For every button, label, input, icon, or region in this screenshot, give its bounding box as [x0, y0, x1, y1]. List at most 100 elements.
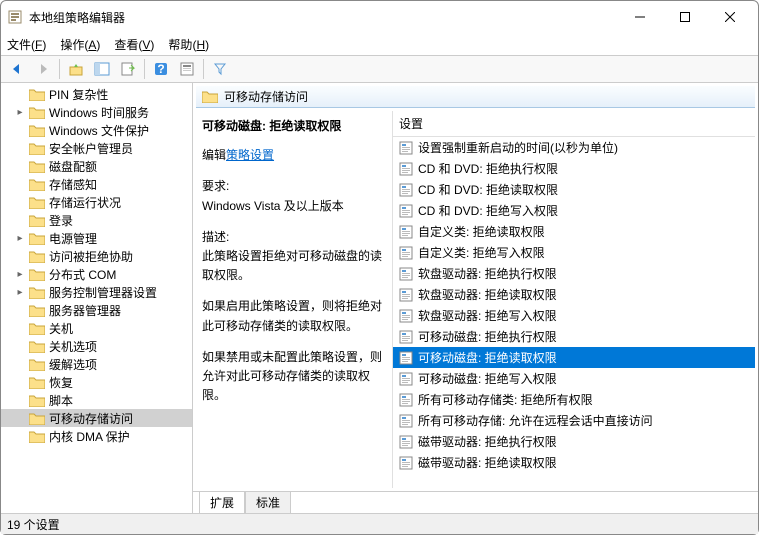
policy-icon [399, 435, 413, 449]
tree-item[interactable]: 脚本 [1, 391, 192, 409]
tree-item[interactable]: ▸ 服务控制管理器设置 [1, 283, 192, 301]
export-button[interactable] [116, 57, 140, 81]
list-item[interactable]: CD 和 DVD: 拒绝写入权限 [393, 200, 755, 221]
list-item[interactable]: CD 和 DVD: 拒绝读取权限 [393, 179, 755, 200]
folder-icon [29, 358, 45, 371]
show-hide-tree-button[interactable] [90, 57, 114, 81]
tab-standard[interactable]: 标准 [245, 491, 291, 513]
titlebar: 本地组策略编辑器 [1, 1, 758, 33]
tree-item[interactable]: 存储感知 [1, 175, 192, 193]
help-button[interactable]: ? [149, 57, 173, 81]
menu-file[interactable]: 文件(F) [7, 36, 46, 53]
tree-item-label: 安全帐户管理员 [49, 140, 133, 157]
list-item-label: 磁带驱动器: 拒绝执行权限 [418, 433, 557, 450]
policy-title: 可移动磁盘: 拒绝读取权限 [202, 117, 382, 136]
tabs: 扩展 标准 [193, 491, 758, 513]
folder-icon [29, 376, 45, 389]
tree-item[interactable]: 可移动存储访问 [1, 409, 192, 427]
list-item-label: 所有可移动存储类: 拒绝所有权限 [418, 391, 593, 408]
folder-icon [29, 232, 45, 245]
tree-item[interactable]: 关机选项 [1, 337, 192, 355]
tree-item[interactable]: ▸电源管理 [1, 229, 192, 247]
chevron-right-icon[interactable]: ▸ [15, 269, 25, 280]
tree-item-label: 服务控制管理器设置 [49, 284, 157, 301]
folder-icon [29, 286, 45, 299]
list-item[interactable]: 设置强制重新启动的时间(以秒为单位) [393, 137, 755, 158]
settings-list[interactable]: 设置 设置强制重新启动的时间(以秒为单位)CD 和 DVD: 拒绝执行权限CD … [392, 111, 755, 488]
tree-item-label: 登录 [49, 212, 73, 229]
tree-item-label: 可移动存储访问 [49, 410, 133, 427]
tree-item-label: 关机 [49, 320, 73, 337]
tree-item-label: 服务器管理器 [49, 302, 121, 319]
list-item-label: 自定义类: 拒绝读取权限 [418, 223, 545, 240]
maximize-button[interactable] [662, 2, 707, 32]
list-item[interactable]: 磁带驱动器: 拒绝执行权限 [393, 431, 755, 452]
properties-button[interactable] [175, 57, 199, 81]
menu-action[interactable]: 操作(A) [60, 36, 100, 53]
app-icon [7, 9, 23, 25]
list-item-label: 可移动磁盘: 拒绝执行权限 [418, 328, 557, 345]
tree-item[interactable]: 存储运行状况 [1, 193, 192, 211]
description-value: 此策略设置拒绝对可移动磁盘的读取权限。 [202, 247, 382, 285]
chevron-right-icon[interactable]: ▸ [15, 287, 25, 298]
list-item[interactable]: 自定义类: 拒绝写入权限 [393, 242, 755, 263]
close-button[interactable] [707, 2, 752, 32]
back-button[interactable] [5, 57, 29, 81]
list-item[interactable]: CD 和 DVD: 拒绝执行权限 [393, 158, 755, 179]
list-item[interactable]: 软盘驱动器: 拒绝执行权限 [393, 263, 755, 284]
tree-item[interactable]: 安全帐户管理员 [1, 139, 192, 157]
tree-item[interactable]: ▸Windows 时间服务 [1, 103, 192, 121]
tree-item[interactable]: 登录 [1, 211, 192, 229]
policy-icon [399, 183, 413, 197]
list-item[interactable]: 可移动磁盘: 拒绝执行权限 [393, 326, 755, 347]
tree-item[interactable]: PIN 复杂性 [1, 85, 192, 103]
folder-icon [29, 124, 45, 137]
tab-extended[interactable]: 扩展 [199, 491, 245, 513]
tree-item[interactable]: 访问被拒绝协助 [1, 247, 192, 265]
tree-item[interactable]: 内核 DMA 保护 [1, 427, 192, 445]
list-item[interactable]: 磁带驱动器: 拒绝读取权限 [393, 452, 755, 473]
forward-button[interactable] [31, 57, 55, 81]
chevron-right-icon[interactable]: ▸ [15, 233, 25, 244]
tree-item[interactable]: ▸ 分布式 COM [1, 265, 192, 283]
list-item[interactable]: 可移动磁盘: 拒绝写入权限 [393, 368, 755, 389]
requirements-value: Windows Vista 及以上版本 [202, 197, 382, 216]
list-item-label: 软盘驱动器: 拒绝执行权限 [418, 265, 557, 282]
right-pane: 可移动存储访问 可移动磁盘: 拒绝读取权限 编辑策略设置 要求: Windows… [193, 83, 758, 513]
tree-item[interactable]: 服务器管理器 [1, 301, 192, 319]
up-button[interactable] [64, 57, 88, 81]
list-item-label: 可移动磁盘: 拒绝读取权限 [418, 349, 557, 366]
tree-item[interactable]: 磁盘配额 [1, 157, 192, 175]
minimize-button[interactable] [617, 2, 662, 32]
tree-item[interactable]: 缓解选项 [1, 355, 192, 373]
policy-icon [399, 414, 413, 428]
edit-policy-link[interactable]: 策略设置 [226, 148, 274, 162]
tree-item[interactable]: Windows 文件保护 [1, 121, 192, 139]
description-label: 描述: [202, 228, 382, 247]
list-item-label: 磁带驱动器: 拒绝读取权限 [418, 454, 557, 471]
list-item[interactable]: 软盘驱动器: 拒绝读取权限 [393, 284, 755, 305]
description-disabled: 如果禁用或未配置此策略设置，则允许对此可移动存储类的读取权限。 [202, 348, 382, 406]
folder-icon [29, 268, 45, 281]
tree-pane[interactable]: PIN 复杂性▸Windows 时间服务Windows 文件保护安全帐户管理员磁… [1, 83, 193, 513]
statusbar: 19 个设置 [1, 513, 758, 534]
policy-icon [399, 351, 413, 365]
folder-icon [29, 160, 45, 173]
list-item[interactable]: 所有可移动存储: 允许在远程会话中直接访问 [393, 410, 755, 431]
menu-help[interactable]: 帮助(H) [168, 36, 209, 53]
list-item[interactable]: 自定义类: 拒绝读取权限 [393, 221, 755, 242]
tree-item-label: 分布式 COM [49, 266, 116, 283]
settings-list-header[interactable]: 设置 [393, 111, 755, 137]
menu-view[interactable]: 查看(V) [114, 36, 154, 53]
folder-icon [29, 88, 45, 101]
tree-item[interactable]: 关机 [1, 319, 192, 337]
list-item[interactable]: 可移动磁盘: 拒绝读取权限 [393, 347, 755, 368]
chevron-right-icon[interactable]: ▸ [15, 107, 25, 118]
policy-icon [399, 204, 413, 218]
edit-label: 编辑 [202, 148, 226, 162]
filter-button[interactable] [208, 57, 232, 81]
tree-item-label: 磁盘配额 [49, 158, 97, 175]
list-item[interactable]: 软盘驱动器: 拒绝写入权限 [393, 305, 755, 326]
tree-item[interactable]: 恢复 [1, 373, 192, 391]
list-item[interactable]: 所有可移动存储类: 拒绝所有权限 [393, 389, 755, 410]
